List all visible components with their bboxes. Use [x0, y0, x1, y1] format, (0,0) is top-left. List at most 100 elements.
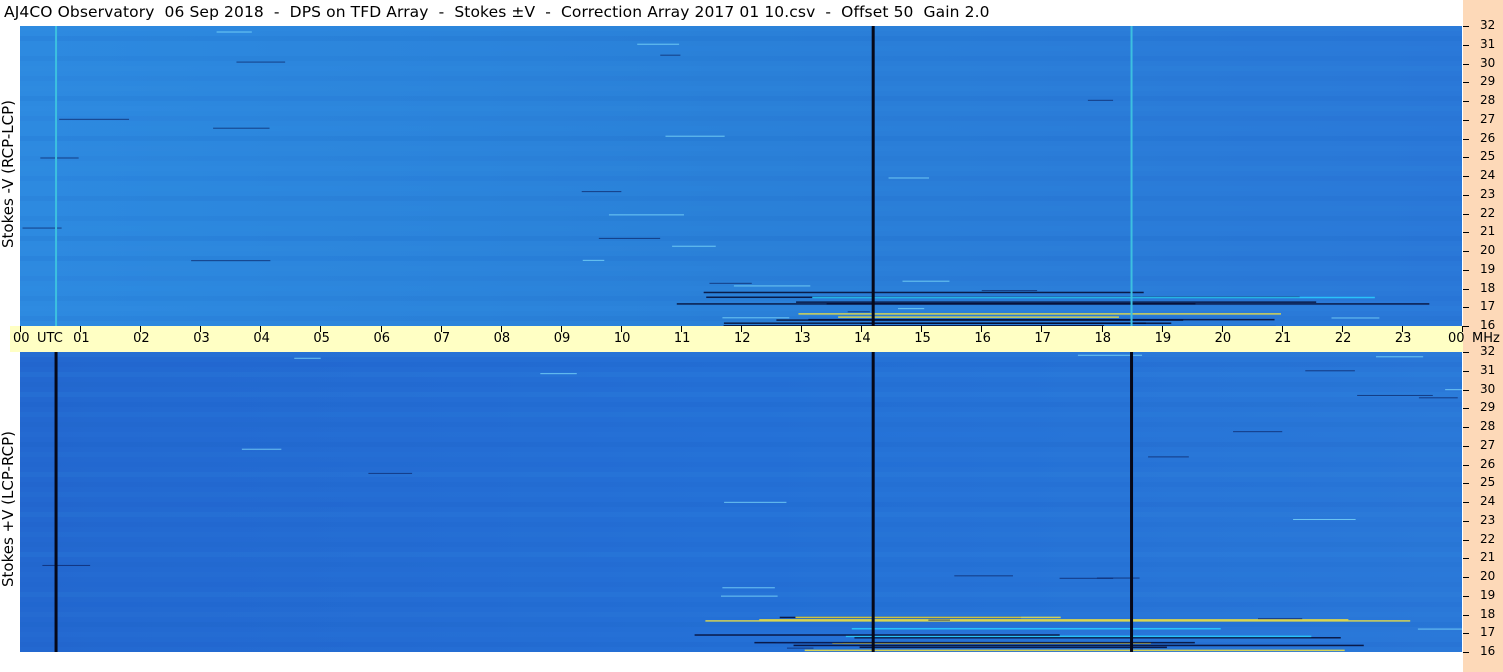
noise-streak: [191, 260, 271, 262]
band-stripe: [20, 276, 1462, 281]
band-stripe: [20, 136, 1462, 141]
band-stripe: [20, 156, 1462, 161]
time-tick-mark: [1221, 326, 1223, 332]
interference-streak: [694, 634, 1060, 636]
frequency-tick-mark: [1463, 652, 1469, 653]
band-stripe: [20, 186, 1462, 191]
time-tick-label: 06: [373, 331, 391, 346]
band-stripe: [20, 236, 1462, 241]
frequency-tick-mark: [1463, 558, 1469, 560]
frequency-tick-label: 19: [1480, 587, 1496, 602]
frequency-tick-label: 32: [1480, 18, 1496, 32]
band-stripe: [20, 392, 1462, 397]
frequency-tick-mark: [1463, 389, 1469, 391]
noise-streak: [637, 43, 680, 45]
band-stripe: [20, 442, 1462, 447]
frequency-tick-mark: [1463, 119, 1469, 121]
spectrogram-top-svg: [20, 26, 1462, 326]
band-stripe: [20, 46, 1462, 51]
noise-streak: [582, 259, 605, 261]
frequency-tick-label: 23: [1480, 186, 1496, 201]
band-stripe: [20, 216, 1462, 221]
interference-streak: [851, 627, 1221, 630]
frequency-tick-label: 29: [1480, 400, 1496, 415]
time-tick-mark: [741, 326, 742, 332]
frequency-tick-label: 16: [1480, 318, 1496, 332]
interference-streak: [676, 303, 1430, 305]
noise-streak: [897, 308, 925, 310]
noise-streak: [236, 61, 286, 63]
vertical-signal-line: [1130, 26, 1133, 326]
time-tick-mark: [921, 326, 923, 332]
time-tick-mark: [1041, 326, 1043, 332]
noise-streak: [786, 647, 814, 649]
noise-streak: [40, 157, 79, 159]
frequency-tick-label: 27: [1480, 111, 1496, 126]
time-tick-label: 00: [13, 331, 30, 346]
noise-streak: [902, 280, 950, 282]
frequency-tick-label: 24: [1480, 168, 1496, 182]
frequency-tick-label: 19: [1480, 261, 1496, 276]
band-stripe: [20, 552, 1462, 557]
band-stripe: [20, 562, 1462, 567]
frequency-tick-label: 26: [1480, 130, 1496, 145]
time-tick-label: 20: [1214, 331, 1232, 346]
time-tick-mark: [80, 326, 82, 332]
band-stripe: [20, 176, 1462, 181]
band-stripe: [20, 96, 1462, 101]
band-stripe: [20, 196, 1462, 201]
interference-streak: [812, 296, 1375, 299]
frequency-tick-mark: [1463, 595, 1469, 597]
time-tick-label: 14: [854, 331, 871, 346]
time-tick-label: 02: [133, 331, 150, 346]
vertical-signal-line: [55, 26, 58, 326]
frequency-tick-label: 30: [1480, 55, 1496, 70]
chart-title: AJ4CO Observatory 06 Sep 2018 - DPS on T…: [4, 3, 990, 21]
time-tick-label: 05: [313, 331, 330, 346]
time-tick-label: 18: [1094, 331, 1112, 346]
time-tick-label: 11: [673, 331, 691, 346]
interference-streak: [795, 616, 1061, 619]
noise-streak: [672, 245, 716, 247]
noise-streak: [722, 317, 790, 319]
noise-streak: [581, 191, 622, 193]
frequency-tick-label: 24: [1480, 494, 1496, 508]
interference-streak: [854, 637, 1341, 639]
noise-streak: [1233, 431, 1283, 433]
frequency-tick-mark: [1463, 232, 1469, 234]
frequency-tick-mark: [1463, 326, 1469, 327]
band-stripe: [20, 226, 1462, 231]
band-stripe: [20, 56, 1462, 61]
time-tick-mark: [861, 326, 863, 332]
noise-streak: [1331, 317, 1380, 319]
frequency-tick-mark: [1463, 408, 1469, 410]
frequency-tick-mark: [1463, 82, 1469, 84]
vertical-signal-line: [1130, 352, 1134, 652]
time-tick-mark: [140, 326, 142, 332]
noise-streak: [660, 54, 681, 56]
band-stripe: [20, 166, 1462, 171]
band-stripe: [20, 146, 1462, 151]
frequency-tick-label: 17: [1480, 625, 1496, 640]
frequency-tick-mark: [1463, 63, 1469, 65]
time-tick-label: 13: [794, 331, 811, 346]
band-stripe: [20, 512, 1462, 517]
noise-streak: [709, 282, 752, 284]
time-tick-label: 17: [1034, 331, 1051, 346]
time-tick-label: 00: [1448, 331, 1465, 346]
band-stripe: [20, 306, 1462, 311]
noise-streak: [888, 177, 930, 179]
noise-streak: [1375, 356, 1424, 358]
band-stripe: [20, 26, 1462, 31]
time-tick-label: 16: [974, 331, 991, 346]
frequency-tick-mark: [1463, 26, 1469, 27]
interference-streak: [860, 322, 1172, 324]
band-stripe: [20, 582, 1462, 587]
vertical-signal-line: [871, 26, 875, 326]
time-tick-label: 01: [73, 331, 90, 346]
time-tick-mark: [680, 326, 682, 332]
frequency-tick-mark: [1463, 520, 1469, 522]
frequency-tick-mark: [1463, 614, 1469, 616]
frequency-tick-label: 26: [1480, 456, 1496, 471]
frequency-tick-mark: [1463, 502, 1469, 503]
